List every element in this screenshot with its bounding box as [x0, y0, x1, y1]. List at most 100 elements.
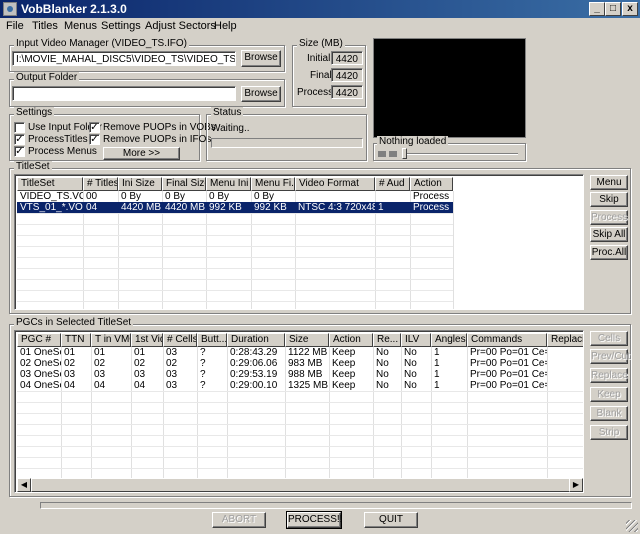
pgc-col-1st-vid[interactable]: 1st Vid — [131, 333, 163, 347]
titleset-col-final-size[interactable]: Final Size — [162, 177, 206, 191]
pgc-row[interactable]: 02 OneSeq 02 02 02 02 ? 0:29:06.06 983 M… — [17, 358, 583, 369]
pgc-row[interactable]: 04 OneSeq 04 04 04 03 ? 0:29:00.10 1325 … — [17, 380, 583, 391]
pgc-cell: 03 — [64, 369, 76, 380]
status-group-label: Status — [211, 107, 244, 118]
titleset-row-selected[interactable]: VTS_01_*.VOB 04 4420 MB 4420 MB 992 KB 9… — [17, 202, 453, 213]
titleset-col-menu-ini[interactable]: Menu Ini — [206, 177, 251, 191]
grid-line — [17, 402, 583, 403]
play-button[interactable] — [378, 151, 386, 157]
pgc-cell: 04 — [64, 380, 76, 391]
pgc-cell: No — [404, 347, 417, 358]
close-button[interactable]: x — [622, 2, 638, 16]
scroll-left-arrow-icon[interactable]: ◀ — [17, 478, 31, 492]
pgc-col-pgc[interactable]: PGC # — [17, 333, 61, 347]
pgc-horizontal-scrollbar[interactable]: ◀ ▶ — [17, 478, 583, 492]
pgc-keep-button[interactable]: Keep — [590, 387, 628, 402]
titleset-cell: Process — [413, 202, 450, 213]
pgc-col-angles[interactable]: Angles — [431, 333, 467, 347]
seek-slider-track[interactable] — [403, 153, 518, 155]
pgc-col-commands[interactable]: Commands — [467, 333, 547, 347]
pgc-col-buttons[interactable]: Butt... — [197, 333, 227, 347]
input-path-field[interactable]: I:\MOVIE_MAHAL_DISC5\VIDEO_TS\VIDEO_TS.I… — [12, 51, 236, 66]
pgc-blank-button[interactable]: Blank — [590, 406, 628, 421]
pgc-replace-button[interactable]: Replace — [590, 368, 628, 383]
pgc-cell: 02 — [134, 358, 146, 369]
resize-grip-icon[interactable] — [626, 520, 638, 532]
pgc-prev-cut-button[interactable]: Prev/Cut — [590, 349, 630, 364]
menu-adjust-sectors[interactable]: Adjust Sectors — [145, 20, 216, 32]
remove-puops-vobs-checkbox[interactable]: ✓ — [89, 122, 100, 133]
pgc-col-t-in-vmg[interactable]: T in VMG — [91, 333, 131, 347]
titleset-col-ini-size[interactable]: Ini Size — [118, 177, 162, 191]
titleset-process-button[interactable]: Process — [590, 210, 628, 225]
titleset-col-titles[interactable]: # Titles — [83, 177, 118, 191]
minimize-button[interactable]: _ — [589, 2, 605, 16]
pgc-cell: 03 — [166, 347, 178, 358]
titleset-cell: 04 — [86, 202, 98, 213]
maximize-button[interactable]: □ — [605, 2, 621, 16]
titleset-cell: 1 — [378, 202, 384, 213]
grid-line — [17, 257, 453, 258]
menu-menus[interactable]: Menus — [64, 20, 97, 32]
pgc-list[interactable]: PGC # TTN T in VMG 1st Vid # Cells Butt.… — [14, 330, 584, 493]
size-process-label: Process — [297, 87, 334, 98]
menu-file[interactable]: File — [6, 20, 24, 32]
titleset-col-video-format[interactable]: Video Format — [295, 177, 375, 191]
size-initial-label: Initial — [307, 53, 331, 64]
size-initial-value: 4420 — [331, 51, 363, 65]
pgc-col-duration[interactable]: Duration — [227, 333, 285, 347]
titleset-col-titleset[interactable]: TitleSet — [17, 177, 83, 191]
size-group-label: Size (MB) — [297, 38, 345, 49]
titleset-cell: 00 — [86, 191, 98, 202]
grid-line — [17, 268, 453, 269]
grid-line — [17, 235, 453, 236]
output-folder-field[interactable] — [12, 86, 236, 101]
grid-line — [17, 413, 583, 414]
input-browse-button[interactable]: Browse — [241, 50, 281, 67]
use-input-folder-checkbox[interactable] — [14, 122, 25, 133]
process-button[interactable]: PROCESS!! — [286, 511, 342, 529]
pgc-strip-button[interactable]: Strip — [590, 425, 628, 440]
menu-titles[interactable]: Titles — [32, 20, 58, 32]
scroll-right-arrow-icon[interactable]: ▶ — [569, 478, 583, 492]
pgc-group-label: PGCs in Selected TitleSet — [14, 317, 134, 328]
titleset-row[interactable]: VIDEO_TS.VOB 00 0 By 0 By 0 By 0 By Proc… — [17, 191, 453, 202]
stop-button[interactable] — [389, 151, 397, 157]
pgc-col-cells[interactable]: # Cells — [163, 333, 197, 347]
menu-help[interactable]: Help — [214, 20, 237, 32]
pgc-cell: No — [376, 369, 389, 380]
menu-settings[interactable]: Settings — [101, 20, 141, 32]
pgc-col-replacing[interactable]: Replacing — [547, 333, 583, 347]
titleset-col-action[interactable]: Action — [410, 177, 453, 191]
titleset-list[interactable]: TitleSet # Titles Ini Size Final Size Me… — [14, 174, 584, 310]
pgc-col-ttn[interactable]: TTN — [61, 333, 91, 347]
pgc-row[interactable]: 03 OneSeq 03 03 03 03 ? 0:29:53.19 988 M… — [17, 369, 583, 380]
seek-slider-thumb[interactable] — [402, 148, 407, 159]
pgc-cell: 0:29:53.19 — [230, 369, 278, 380]
pgc-col-action[interactable]: Action — [329, 333, 373, 347]
abort-button[interactable]: ABORT — [212, 512, 266, 528]
pgc-col-re[interactable]: Re... — [373, 333, 401, 347]
process-menus-checkbox[interactable]: ✓ — [14, 146, 25, 157]
pgc-cell: 0:28:43.29 — [230, 347, 278, 358]
titleset-menu-button[interactable]: Menu — [590, 175, 628, 190]
pgc-row[interactable]: 01 OneSeq 01 01 01 03 ? 0:28:43.29 1122 … — [17, 347, 583, 358]
quit-button[interactable]: QUIT — [364, 512, 418, 528]
pgc-col-ilv[interactable]: ILV — [401, 333, 431, 347]
pgc-cells-button[interactable]: Cells — [590, 331, 628, 346]
pgc-col-size[interactable]: Size — [285, 333, 329, 347]
titleset-col-aud[interactable]: # Aud — [375, 177, 410, 191]
titleset-skip-all-button[interactable]: Skip All — [590, 227, 628, 242]
output-browse-button[interactable]: Browse — [241, 86, 281, 102]
pgc-cell: Pr=00 Po=01 Ce=00 — [470, 369, 547, 380]
remove-puops-ifos-checkbox[interactable]: ✓ — [89, 134, 100, 145]
process-titles-checkbox[interactable]: ✓ — [14, 134, 25, 145]
titleset-proc-all-button[interactable]: Proc.All — [590, 245, 628, 260]
remove-puops-vobs-label: Remove PUOPs in VOBs — [103, 122, 216, 133]
more-options-button[interactable]: More >> — [103, 147, 180, 160]
titleset-skip-button[interactable]: Skip — [590, 192, 628, 207]
size-final-label: Final — [310, 70, 332, 81]
scroll-thumb[interactable] — [31, 478, 571, 492]
titleset-col-menu-final[interactable]: Menu Fi... — [251, 177, 295, 191]
status-progress-bar — [211, 138, 363, 148]
